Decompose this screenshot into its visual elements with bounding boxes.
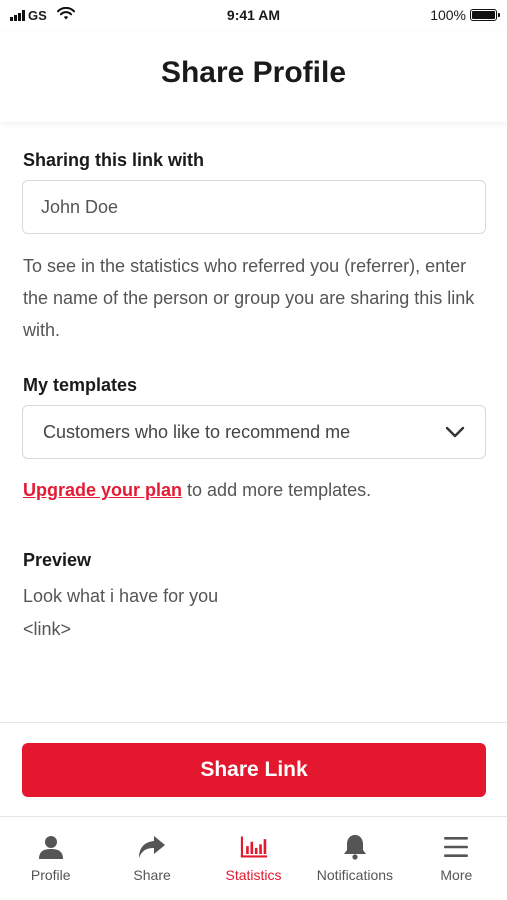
- share-arrow-icon: [138, 833, 166, 861]
- tab-more[interactable]: More: [406, 817, 507, 900]
- template-select[interactable]: Customers who like to recommend me: [22, 405, 486, 459]
- person-icon: [37, 833, 65, 861]
- menu-icon: [442, 833, 470, 861]
- tab-label: Statistics: [225, 867, 282, 883]
- sharing-name-input[interactable]: [22, 180, 486, 234]
- bar-chart-icon: [240, 833, 268, 861]
- tab-label: More: [440, 867, 473, 883]
- header: Share Profile: [0, 32, 507, 122]
- divider: [0, 722, 507, 723]
- tab-profile[interactable]: Profile: [0, 817, 101, 900]
- tab-label: Notifications: [316, 867, 394, 883]
- tab-statistics[interactable]: Statistics: [203, 817, 304, 900]
- upgrade-suffix: to add more templates.: [182, 480, 372, 500]
- upgrade-row: Upgrade your plan to add more templates.: [23, 480, 371, 501]
- sharing-label: Sharing this link with: [23, 150, 205, 170]
- tab-label: Share: [133, 867, 171, 883]
- battery-percent: 100%: [430, 7, 466, 23]
- upgrade-plan-link[interactable]: Upgrade your plan: [23, 480, 182, 500]
- page-title: Share Profile: [160, 56, 347, 89]
- preview-link-placeholder: <link>: [23, 619, 72, 639]
- tab-label: Profile: [30, 867, 71, 883]
- battery-icon: [470, 9, 500, 21]
- status-bar: GS 9:41 AM 100%: [0, 0, 507, 32]
- templates-label: My templates: [23, 375, 138, 395]
- help-text: To see in the statistics who referred yo…: [23, 256, 475, 340]
- bell-icon: [341, 833, 369, 861]
- preview-label: Preview: [23, 550, 92, 570]
- share-link-button[interactable]: Share Link: [22, 743, 486, 797]
- status-right: 100%: [430, 7, 500, 23]
- template-selected-value: Customers who like to recommend me: [43, 421, 351, 442]
- tab-notifications[interactable]: Notifications: [304, 817, 405, 900]
- preview-text-line: Look what i have for you: [23, 586, 219, 606]
- tab-bar: Profile Share Statistics Notifications M…: [0, 816, 507, 900]
- tab-share[interactable]: Share: [101, 817, 202, 900]
- chevron-down-icon: [445, 422, 465, 443]
